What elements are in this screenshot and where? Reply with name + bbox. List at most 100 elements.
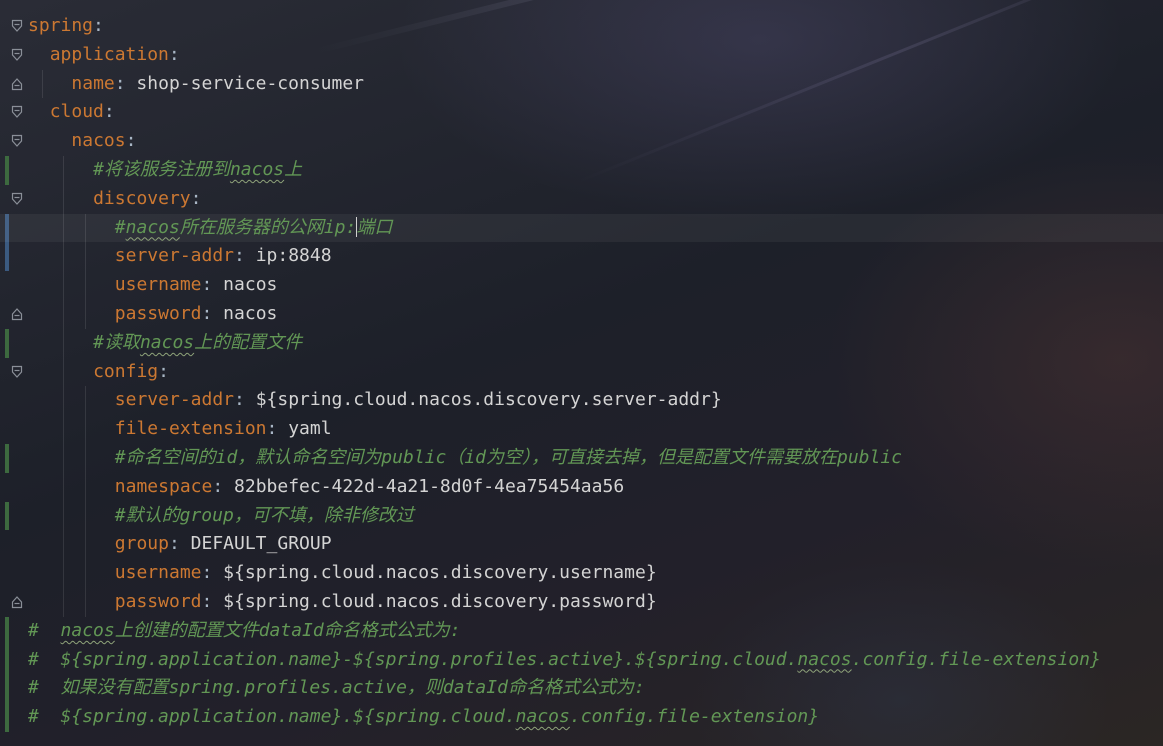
- code-line[interactable]: username: ${spring.cloud.nacos.discovery…: [0, 559, 1163, 587]
- line-content: #命名空间的id，默认命名空间为public（id为空），可直接去掉，但是配置文…: [115, 444, 902, 472]
- yaml-key: name: [71, 72, 115, 94]
- yaml-value: yaml: [277, 418, 332, 440]
- yaml-colon: :: [190, 187, 202, 209]
- line-content: #读取nacos上的配置文件: [93, 329, 302, 357]
- comment-text: # 如果没有配置spring.profiles.active，则dataId命名…: [28, 677, 645, 699]
- yaml-key: config: [93, 360, 159, 382]
- comment-line[interactable]: #命名空间的id，默认命名空间为public（id为空），可直接去掉，但是配置文…: [0, 444, 1163, 472]
- comment-line[interactable]: #读取nacos上的配置文件: [0, 329, 1163, 357]
- yaml-key: group: [114, 533, 169, 555]
- line-content: group: DEFAULT_GROUP: [115, 530, 332, 558]
- comment-text: #将该服务注册到nacos上: [93, 159, 303, 180]
- yaml-key: password: [114, 591, 202, 612]
- code-line[interactable]: name: shop-service-consumer: [0, 70, 1163, 98]
- line-content: spring:: [28, 12, 104, 40]
- code-line[interactable]: server-addr: ip:8848: [0, 242, 1163, 270]
- line-content: server-addr: ip:8848: [115, 242, 332, 270]
- yaml-colon: :: [201, 303, 213, 324]
- yaml-key: namespace: [114, 475, 213, 497]
- yaml-key: nacos: [71, 130, 126, 152]
- yaml-colon: :: [212, 475, 224, 497]
- yaml-key: spring: [28, 15, 94, 36]
- text-caret: [356, 216, 358, 237]
- yaml-colon: :: [201, 274, 213, 296]
- line-content: #将该服务注册到nacos上: [93, 156, 302, 184]
- comment-text: # ${spring.application.name}-${spring.pr…: [28, 648, 1101, 670]
- yaml-colon: :: [201, 591, 213, 612]
- code-line[interactable]: discovery:: [0, 185, 1163, 213]
- yaml-colon: :: [158, 360, 169, 382]
- comment-line[interactable]: #将该服务注册到nacos上: [0, 156, 1163, 184]
- code-line[interactable]: config:: [0, 358, 1163, 386]
- line-content: server-addr: ${spring.cloud.nacos.discov…: [115, 386, 722, 414]
- line-content: # ${spring.application.name}.${spring.cl…: [28, 703, 819, 731]
- line-content: #默认的group，可不填，除非修改过: [115, 502, 414, 530]
- yaml-colon: :: [168, 533, 180, 555]
- comment-text: # ${spring.application.name}.${spring.cl…: [28, 706, 820, 728]
- line-content: file-extension: yaml: [115, 415, 332, 443]
- line-content: discovery:: [93, 185, 201, 213]
- yaml-value: ${spring.cloud.nacos.discovery.password}: [212, 591, 657, 612]
- line-content: # ${spring.application.name}-${spring.pr…: [28, 646, 1101, 674]
- indent-guide: [85, 213, 87, 329]
- yaml-value: shop-service-consumer: [125, 72, 365, 94]
- yaml-key: password: [114, 303, 202, 324]
- yaml-value: 82bbefec-422d-4a21-8d0f-4ea75454aa56: [223, 475, 625, 497]
- yaml-value: ${spring.cloud.nacos.discovery.username}: [212, 562, 657, 584]
- yaml-key: server-addr: [114, 389, 235, 411]
- comment-text: #读取nacos上的配置文件: [93, 331, 303, 353]
- yaml-key: server-addr: [114, 245, 235, 267]
- yaml-key: username: [114, 562, 202, 584]
- comment-line[interactable]: # 如果没有配置spring.profiles.active，则dataId命名…: [0, 674, 1163, 702]
- line-content: name: shop-service-consumer: [71, 70, 364, 98]
- code-editor[interactable]: spring: application: name: shop-service-co…: [0, 0, 1163, 746]
- code-line[interactable]: password: ${spring.cloud.nacos.discovery…: [0, 588, 1163, 616]
- yaml-colon: :: [103, 101, 115, 123]
- yaml-colon: :: [234, 389, 245, 411]
- line-content: nacos:: [71, 127, 136, 155]
- yaml-value: DEFAULT_GROUP: [179, 533, 332, 555]
- yaml-colon: :: [201, 562, 213, 584]
- indent-guide: [63, 156, 65, 617]
- yaml-key: application: [49, 43, 169, 65]
- comment-line[interactable]: #默认的group，可不填，除非修改过: [0, 502, 1163, 530]
- code-line[interactable]: cloud:: [0, 98, 1163, 126]
- comment-line[interactable]: #nacos所在服务器的公网ip:端口: [0, 213, 1163, 242]
- yaml-colon: :: [234, 245, 245, 267]
- code-line[interactable]: nacos:: [0, 127, 1163, 155]
- code-line[interactable]: spring:: [0, 12, 1163, 40]
- code-line[interactable]: password: nacos: [0, 300, 1163, 328]
- line-content: application:: [50, 41, 180, 69]
- line-content: namespace: 82bbefec-422d-4a21-8d0f-4ea75…: [115, 473, 624, 501]
- code-line[interactable]: namespace: 82bbefec-422d-4a21-8d0f-4ea75…: [0, 473, 1163, 501]
- yaml-colon: :: [114, 72, 126, 94]
- line-content: password: ${spring.cloud.nacos.discovery…: [115, 588, 657, 616]
- yaml-colon: :: [93, 15, 104, 36]
- yaml-colon: :: [168, 43, 180, 65]
- yaml-colon: :: [125, 130, 137, 152]
- yaml-key: discovery: [93, 187, 191, 209]
- yaml-key: username: [114, 274, 202, 296]
- comment-line[interactable]: # nacos上创建的配置文件dataId命名格式公式为:: [0, 617, 1163, 645]
- comment-text: #nacos所在服务器的公网ip:端口: [114, 216, 393, 238]
- line-content: username: nacos: [115, 271, 278, 299]
- comment-text: # nacos上创建的配置文件dataId命名格式公式为:: [28, 619, 461, 641]
- indent-guide: [85, 386, 87, 617]
- code-line[interactable]: server-addr: ${spring.cloud.nacos.discov…: [0, 386, 1163, 414]
- yaml-value: ${spring.cloud.nacos.discovery.server-ad…: [244, 389, 722, 411]
- comment-line[interactable]: # ${spring.application.name}-${spring.pr…: [0, 646, 1163, 674]
- line-content: config:: [93, 358, 169, 386]
- comment-text: #默认的group，可不填，除非修改过: [114, 504, 414, 526]
- yaml-colon: :: [266, 418, 278, 440]
- comment-line[interactable]: # ${spring.application.name}.${spring.cl…: [0, 703, 1163, 731]
- comment-text: #命名空间的id，默认命名空间为public（id为空），可直接去掉，但是配置文…: [114, 447, 903, 468]
- code-line[interactable]: file-extension: yaml: [0, 415, 1163, 443]
- code-line[interactable]: username: nacos: [0, 271, 1163, 299]
- yaml-value: nacos: [212, 303, 278, 324]
- code-line[interactable]: application:: [0, 41, 1163, 69]
- line-content: #nacos所在服务器的公网ip:端口: [114, 214, 393, 242]
- line-content: username: ${spring.cloud.nacos.discovery…: [115, 559, 657, 587]
- code-line[interactable]: group: DEFAULT_GROUP: [0, 530, 1163, 558]
- line-content: cloud:: [50, 98, 115, 126]
- line-content: # nacos上创建的配置文件dataId命名格式公式为:: [28, 617, 461, 645]
